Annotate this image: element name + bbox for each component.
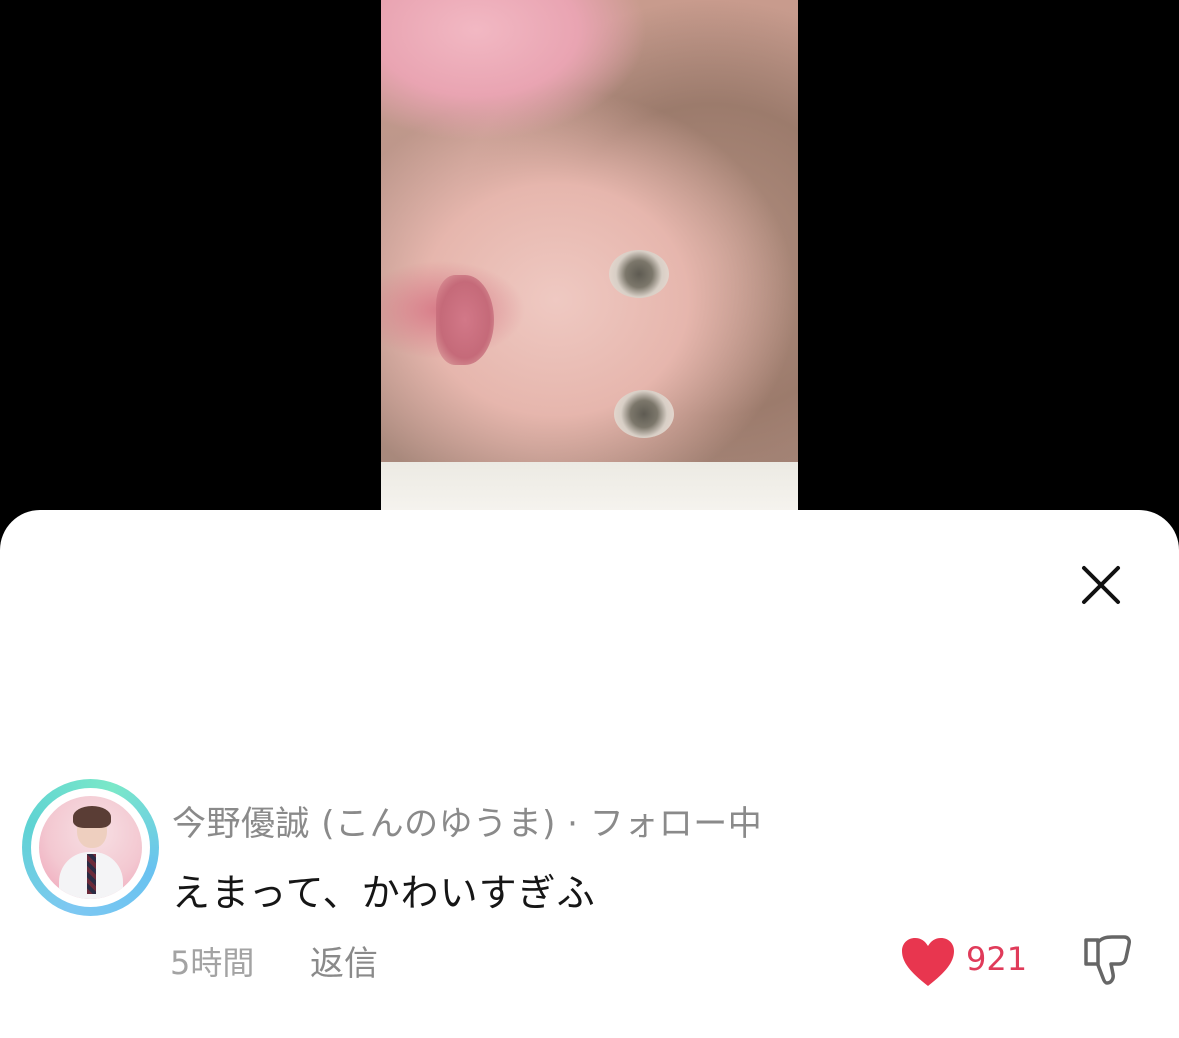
comment-time: 5時間 <box>170 944 255 982</box>
video-content-lips <box>436 275 494 365</box>
heart-icon <box>902 938 954 986</box>
video-content-shirt <box>381 462 798 510</box>
reply-button[interactable]: 返信 <box>310 936 378 985</box>
like-button[interactable] <box>900 936 956 988</box>
close-button[interactable] <box>1078 562 1124 608</box>
video-content-eye <box>609 250 669 298</box>
comment-username[interactable]: 今野優誠 (こんのゆうま) · フォロー中 <box>172 796 762 845</box>
video-area[interactable] <box>0 0 1179 540</box>
comment-text: えまって、かわいすぎふ <box>172 871 596 915</box>
avatar[interactable] <box>22 779 159 916</box>
close-icon <box>1082 566 1120 604</box>
thumbs-down-icon <box>1084 935 1131 985</box>
avatar-photo-hair <box>73 806 111 828</box>
avatar-photo <box>39 796 142 899</box>
dislike-button[interactable] <box>1080 932 1136 988</box>
video-frame[interactable] <box>381 0 798 510</box>
avatar-photo-tie <box>87 854 96 894</box>
video-content-eye <box>614 390 674 438</box>
like-count: 921 <box>966 940 1028 978</box>
